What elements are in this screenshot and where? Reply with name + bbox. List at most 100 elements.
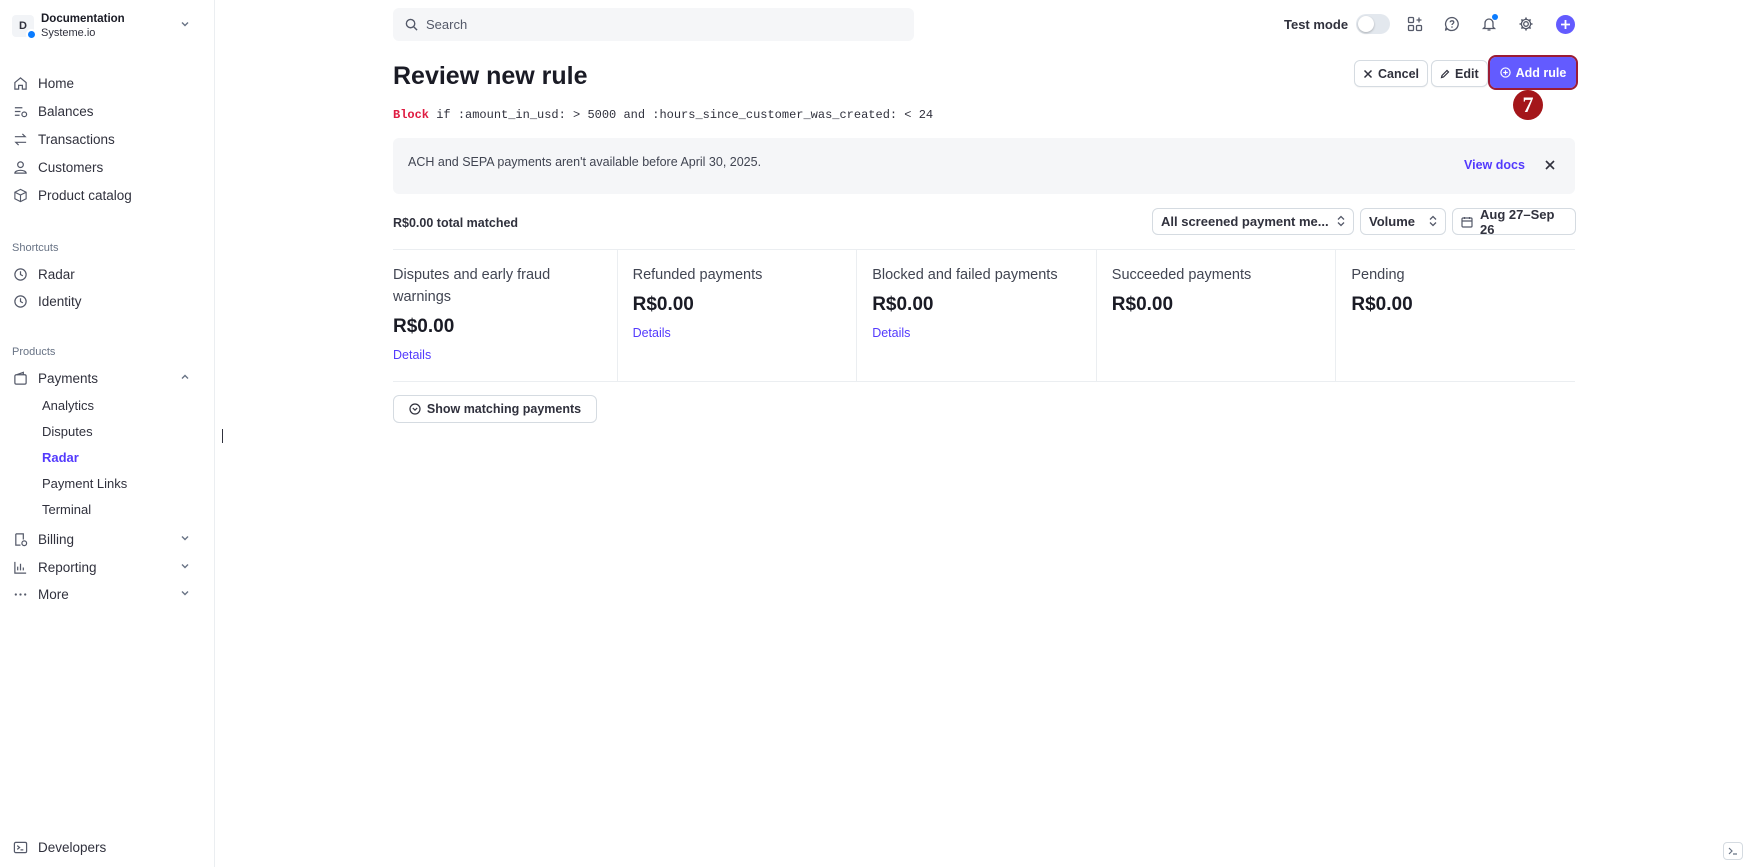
payment-method-select[interactable]: All screened payment me... [1152, 208, 1354, 235]
sidebar-item-label: Reporting [38, 559, 97, 575]
metric-value: R$0.00 [1111, 294, 1174, 315]
cube-icon [12, 187, 28, 203]
chevron-up-icon [180, 372, 190, 385]
metric-value: R$0.00 [872, 294, 934, 315]
sidebar-item-label: Balances [38, 103, 94, 119]
add-rule-button-label: Add rule [1515, 65, 1567, 80]
sidebar-item-label: More [38, 586, 69, 602]
sidebar-subitem-disputes[interactable]: Disputes [42, 420, 93, 442]
cancel-button[interactable]: Cancel [1354, 60, 1428, 87]
sidebar-item-more[interactable]: More [12, 582, 198, 606]
balances-icon [12, 103, 28, 119]
details-link[interactable]: Details [872, 326, 910, 340]
show-matching-payments-button[interactable]: Show matching payments [393, 395, 597, 423]
rule-expression: Block if :amount_in_usd: > 5000 and :hou… [393, 108, 933, 122]
sidebar-item-label: Identity [38, 293, 82, 309]
sidebar-item-label: Payments [38, 370, 99, 386]
metric-label: Refunded payments [632, 267, 763, 283]
view-docs-link[interactable]: View docs [1464, 158, 1525, 172]
metric-label: Succeeded payments [1111, 267, 1252, 283]
wallet-icon [12, 370, 28, 386]
sidebar-subitem-terminal[interactable]: Terminal [42, 498, 91, 520]
chevron-down-icon [180, 533, 190, 546]
sidebar-item-label: Billing [38, 531, 75, 547]
account-switcher[interactable]: D Documentation Systeme.io [12, 10, 198, 42]
account-subtitle: Systeme.io [41, 27, 96, 39]
billing-icon [12, 531, 28, 547]
section-title-shortcuts: Shortcuts [12, 242, 59, 254]
step-number-badge: 7 [1513, 90, 1543, 120]
account-avatar: D [12, 15, 37, 40]
sidebar-item-reporting[interactable]: Reporting [12, 555, 198, 579]
metric-pending: Pending R$0.00 [1336, 250, 1575, 381]
bell-icon[interactable] [1479, 14, 1499, 34]
sidebar: D Documentation Systeme.io Home Balances… [0, 0, 215, 867]
transactions-icon [12, 131, 28, 147]
edit-button[interactable]: Edit [1431, 60, 1488, 87]
metric-blocked-failed: Blocked and failed payments R$0.00 Detai… [857, 250, 1097, 381]
account-name: Documentation [41, 13, 125, 25]
details-link[interactable]: Details [393, 348, 431, 362]
test-mode-control: Test mode [1284, 14, 1391, 34]
edit-button-label: Edit [1455, 66, 1479, 81]
sidebar-item-customers[interactable]: Customers [12, 155, 198, 179]
sidebar-subitem-radar[interactable]: Radar [42, 446, 79, 468]
terminal-icon[interactable] [1723, 842, 1743, 860]
sidebar-item-label: Customers [38, 159, 104, 175]
sidebar-item-developers[interactable]: Developers [12, 835, 198, 859]
rule-action-keyword: Block [393, 108, 430, 122]
test-mode-label: Test mode [1284, 16, 1349, 32]
text-cursor [222, 429, 223, 443]
ellipsis-icon [12, 586, 28, 602]
sidebar-subitem-analytics[interactable]: Analytics [42, 394, 94, 416]
sidebar-item-billing[interactable]: Billing [12, 527, 198, 551]
sidebar-subitem-payment-links[interactable]: Payment Links [42, 472, 127, 494]
metric-refunded: Refunded payments R$0.00 Details [618, 250, 858, 381]
sort-caret-icon [1429, 215, 1437, 227]
page-title: Review new rule [393, 62, 588, 90]
section-title-products: Products [12, 346, 56, 358]
plus-circle-icon [1499, 67, 1511, 78]
sidebar-item-home[interactable]: Home [12, 71, 198, 95]
help-icon[interactable] [1442, 14, 1462, 34]
sidebar-item-label: Transactions [38, 131, 115, 147]
metric-label: Pending [1351, 267, 1405, 283]
chevron-down-icon [180, 588, 190, 601]
date-range-value: Aug 27–Sep 26 [1480, 206, 1555, 237]
search-input[interactable] [426, 17, 886, 32]
rule-condition: if :amount_in_usd: > 5000 and :hours_sin… [429, 108, 934, 122]
apps-icon[interactable] [1405, 14, 1425, 34]
metric-succeeded: Succeeded payments R$0.00 [1097, 250, 1337, 381]
search-bar[interactable] [393, 8, 914, 41]
info-banner: ACH and SEPA payments aren't available b… [393, 138, 1575, 194]
details-link[interactable]: Details [633, 326, 671, 340]
sidebar-item-identity[interactable]: Identity [12, 289, 198, 313]
notification-dot [1492, 14, 1498, 20]
close-icon[interactable] [1541, 156, 1559, 174]
metric-select[interactable]: Volume [1360, 208, 1446, 235]
metric-value: R$0.00 [393, 316, 455, 337]
sidebar-item-transactions[interactable]: Transactions [12, 127, 198, 151]
sidebar-item-product-catalog[interactable]: Product catalog [12, 183, 198, 207]
sidebar-item-radar-shortcut[interactable]: Radar [12, 262, 198, 286]
sidebar-item-payments[interactable]: Payments [12, 366, 198, 390]
test-mode-toggle[interactable] [1356, 14, 1391, 34]
banner-message: ACH and SEPA payments aren't available b… [408, 155, 762, 169]
date-range-button[interactable]: Aug 27–Sep 26 [1452, 206, 1576, 237]
gear-icon[interactable] [1516, 14, 1536, 34]
show-matching-label: Show matching payments [426, 402, 582, 416]
create-plus-icon[interactable] [1556, 15, 1575, 34]
metric-disputes: Disputes and early fraud warnings R$0.00… [393, 250, 618, 381]
sidebar-item-label: Developers [38, 839, 107, 855]
close-icon [1363, 69, 1373, 79]
add-rule-button[interactable]: Add rule [1488, 55, 1578, 90]
clock-icon [12, 266, 28, 282]
pencil-icon [1440, 69, 1450, 79]
sidebar-item-balances[interactable]: Balances [12, 99, 198, 123]
clock-icon [12, 293, 28, 309]
account-initial: D [19, 20, 27, 32]
sort-caret-icon [1337, 215, 1345, 227]
total-matched: R$0.00 total matched [393, 216, 519, 230]
person-icon [12, 159, 28, 175]
metric-value: R$0.00 [632, 294, 694, 315]
